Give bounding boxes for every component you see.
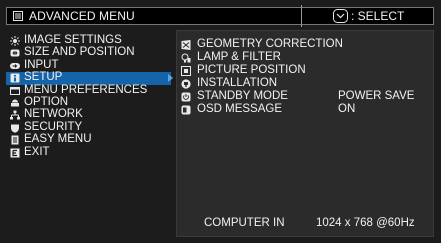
network-icon (10, 110, 20, 120)
menu-item-label: SIZE AND POSITION (24, 46, 135, 59)
menu-item-label: EXIT (24, 145, 50, 158)
menu-item-label: EASY MENU (24, 133, 92, 146)
menu-item-label: MENU PREFERENCES (24, 83, 148, 96)
select-key-icon (333, 9, 348, 23)
menu-item-label: SECURITY (24, 120, 83, 133)
setup-submenu: GEOMETRY CORRECTION LAMP & FILTER PICTUR… (176, 30, 434, 237)
menu-item-label: INPUT (24, 58, 59, 71)
menu-icon (13, 11, 23, 21)
menu-preferences-icon (10, 86, 20, 95)
standby-mode-value: POWER SAVE (338, 90, 415, 102)
option-icon (11, 99, 19, 107)
signal-info-bar: COMPUTER IN 1024 x 768 @60Hz (177, 215, 433, 233)
size-position-icon (10, 49, 20, 57)
select-hint: : SELECT (351, 9, 405, 23)
osd-message-icon (181, 105, 191, 115)
setup-icon (10, 73, 20, 83)
image-settings-icon (10, 36, 20, 46)
submenu-arrow-icon (168, 74, 173, 83)
menu-item-exit[interactable]: EXIT (6, 145, 171, 159)
setup-item-label: GEOMETRY CORRECTION (197, 38, 343, 50)
standby-mode-icon (181, 92, 191, 102)
security-icon (11, 124, 19, 133)
installation-icon (181, 79, 191, 89)
input-source-label: COMPUTER IN (204, 217, 285, 229)
setup-item-label: OSD MESSAGE (197, 103, 282, 115)
osd-message-value: ON (338, 103, 356, 115)
signal-resolution: 1024 x 768 @60Hz (316, 217, 415, 229)
setup-item-label: LAMP & FILTER (197, 51, 281, 63)
setup-item-osd-message[interactable]: OSD MESSAGE ON (181, 103, 431, 117)
menu-title: ADVANCED MENU (29, 9, 135, 23)
setup-item-label: PICTURE POSITION (197, 64, 306, 76)
exit-icon (10, 148, 20, 158)
title-divider (301, 5, 302, 27)
menu-item-label: SETUP (24, 71, 63, 84)
advanced-menu-list: IMAGE SETTINGS SIZE AND POSITION INPUT S… (6, 34, 173, 159)
menu-item-label: OPTION (24, 95, 69, 108)
menu-item-label: IMAGE SETTINGS (24, 34, 122, 46)
input-icon (10, 62, 20, 69)
picture-position-icon (181, 66, 191, 76)
geometry-correction-icon (181, 40, 191, 50)
setup-item-label: INSTALLATION (197, 77, 278, 89)
easy-menu-icon (11, 135, 19, 145)
lamp-filter-icon (181, 53, 191, 63)
setup-item-label: STANDBY MODE (197, 90, 288, 102)
projector-osd: ADVANCED MENU : SELECT IMAGE SETTINGS SI… (0, 0, 441, 243)
menu-title-bar: ADVANCED MENU : SELECT (6, 5, 434, 27)
menu-item-label: NETWORK (24, 108, 83, 121)
